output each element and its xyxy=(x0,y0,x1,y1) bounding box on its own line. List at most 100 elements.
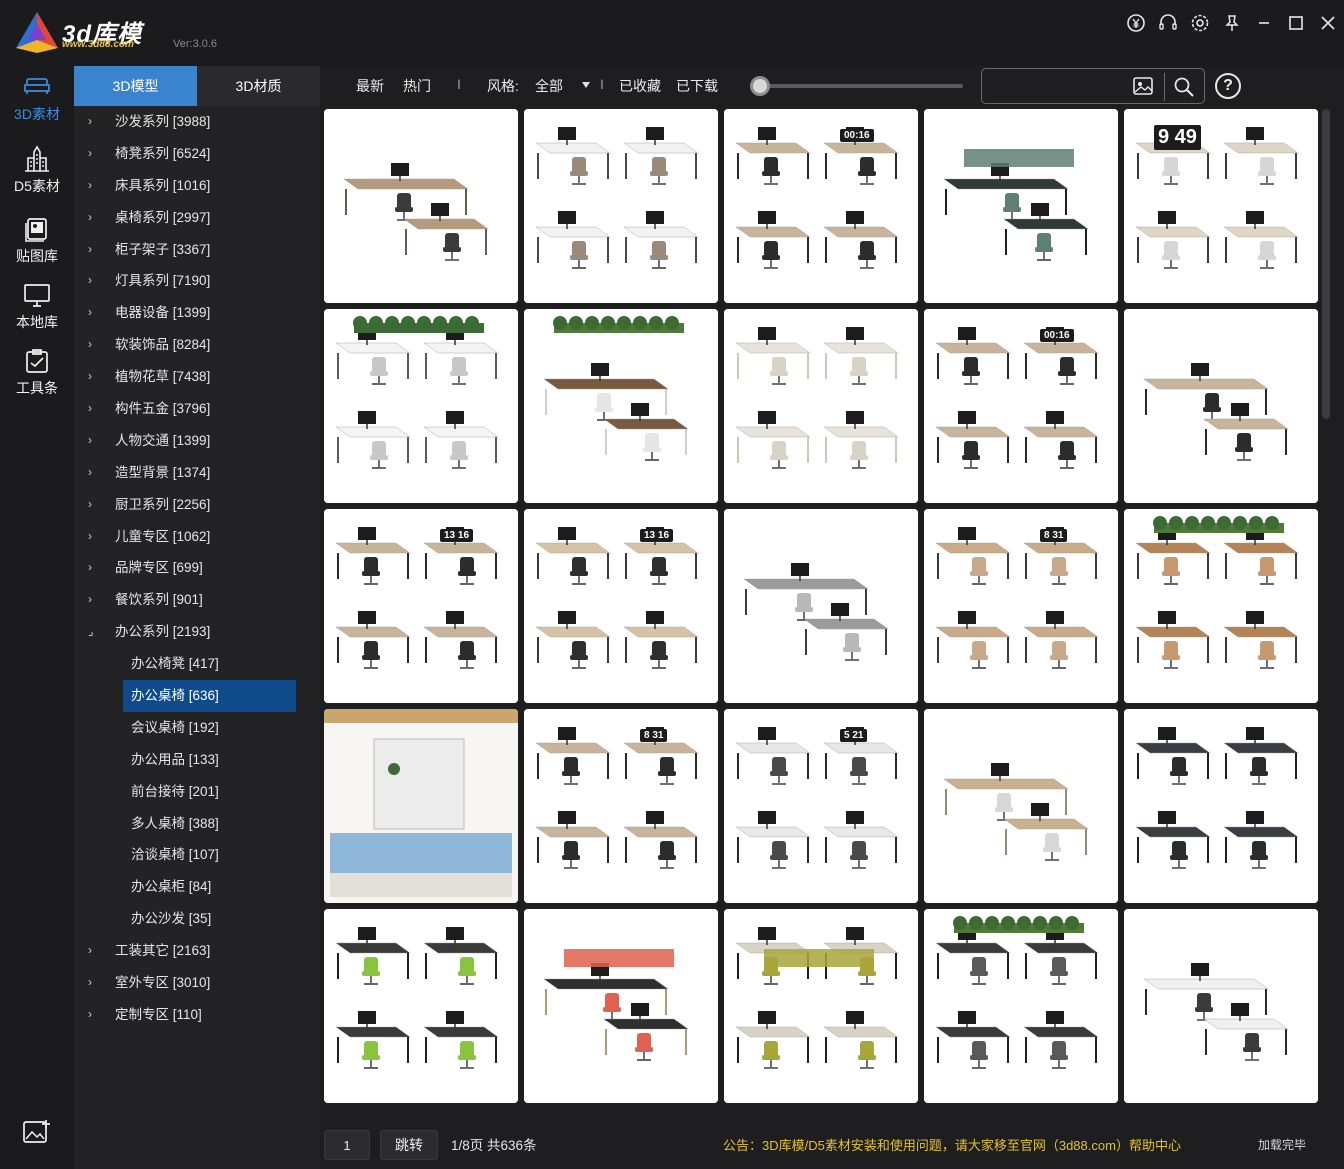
thumbnail-size-slider[interactable] xyxy=(760,84,963,88)
search-icon[interactable] xyxy=(1172,75,1196,99)
tree-subcategory[interactable]: 办公沙发 [35] xyxy=(74,903,320,935)
rail-item-d5[interactable]: D5素材 xyxy=(0,140,74,206)
chevron-right-icon[interactable]: › xyxy=(88,967,100,999)
help-button[interactable]: ? xyxy=(1215,73,1241,99)
tree-category[interactable]: › 柜子架子 [3367] xyxy=(74,234,320,266)
maximize-icon[interactable] xyxy=(1280,9,1312,37)
tree-category[interactable]: › 厨卫系列 [2256] xyxy=(74,489,320,521)
model-thumbnail[interactable]: 8 31 xyxy=(524,709,718,903)
downloaded-filter[interactable]: 已下载 xyxy=(676,76,718,96)
rail-item-3d[interactable]: 3D素材 xyxy=(0,68,74,134)
model-thumbnail[interactable] xyxy=(924,709,1118,903)
model-thumbnail[interactable] xyxy=(724,309,918,503)
model-thumbnail[interactable]: 00:16 xyxy=(724,109,918,303)
tree-subcategory[interactable]: 办公桌柜 [84] xyxy=(74,871,320,903)
tab-3d-material[interactable]: 3D材质 xyxy=(197,66,320,106)
currency-icon[interactable] xyxy=(1120,9,1152,37)
search-input[interactable] xyxy=(988,73,1128,99)
model-thumbnail[interactable] xyxy=(524,309,718,503)
model-thumbnail[interactable] xyxy=(324,909,518,1103)
chevron-right-icon[interactable]: › xyxy=(88,935,100,967)
tree-category[interactable]: › 灯具系列 [7190] xyxy=(74,265,320,297)
page-number-input[interactable] xyxy=(324,1130,370,1160)
model-thumbnail[interactable] xyxy=(324,309,518,503)
tree-category[interactable]: › 植物花草 [7438] xyxy=(74,361,320,393)
chevron-right-icon[interactable]: › xyxy=(88,584,100,616)
model-thumbnail[interactable] xyxy=(524,909,718,1103)
tree-category[interactable]: › 造型背景 [1374] xyxy=(74,457,320,489)
model-thumbnail[interactable] xyxy=(524,109,718,303)
settings-icon[interactable] xyxy=(1184,9,1216,37)
minimize-icon[interactable] xyxy=(1248,9,1280,37)
headset-icon[interactable] xyxy=(1152,9,1184,37)
chevron-right-icon[interactable]: › xyxy=(88,999,100,1031)
chevron-right-icon[interactable]: › xyxy=(88,329,100,361)
slider-knob[interactable] xyxy=(750,76,770,96)
chevron-right-icon[interactable]: › xyxy=(88,106,100,138)
close-icon[interactable] xyxy=(1312,9,1344,37)
model-thumbnail[interactable] xyxy=(724,509,918,703)
tree-subcategory[interactable]: 洽谈桌椅 [107] xyxy=(74,839,320,871)
tree-category[interactable]: › 椅凳系列 [6524] xyxy=(74,138,320,170)
rail-item-local[interactable]: 本地库 xyxy=(0,276,74,342)
chevron-right-icon[interactable]: › xyxy=(88,457,100,489)
model-thumbnail[interactable] xyxy=(324,109,518,303)
chevron-right-icon[interactable]: › xyxy=(88,297,100,329)
tab-3d-model[interactable]: 3D模型 xyxy=(74,66,197,106)
tree-category[interactable]: › 工装其它 [2163] xyxy=(74,935,320,967)
tree-subcategory[interactable]: 会议桌椅 [192] xyxy=(74,712,320,744)
model-thumbnail[interactable] xyxy=(724,909,918,1103)
chevron-right-icon[interactable]: › xyxy=(88,425,100,457)
chevron-right-icon[interactable]: › xyxy=(88,138,100,170)
jump-button[interactable]: 跳转 xyxy=(380,1130,438,1160)
chevron-expanded-icon[interactable]: ⌟ xyxy=(88,616,100,648)
chevron-right-icon[interactable]: › xyxy=(88,489,100,521)
rail-item-texture[interactable]: 贴图库 xyxy=(0,210,74,276)
rail-item-tools[interactable]: 工具条 xyxy=(0,342,74,408)
tree-subcategory[interactable]: 前台接待 [201] xyxy=(74,776,320,808)
chevron-right-icon[interactable]: › xyxy=(88,265,100,297)
model-thumbnail[interactable] xyxy=(1124,709,1318,903)
pin-icon[interactable] xyxy=(1216,9,1248,37)
tree-category[interactable]: › 品牌专区 [699] xyxy=(74,552,320,584)
tree-category[interactable]: › 人物交通 [1399] xyxy=(74,425,320,457)
image-search-icon[interactable] xyxy=(1132,76,1154,96)
favorited-filter[interactable]: 已收藏 xyxy=(619,76,661,96)
tree-subcategory[interactable]: 办公椅凳 [417] xyxy=(74,648,320,680)
model-thumbnail[interactable]: 00:16 xyxy=(924,309,1118,503)
tree-category[interactable]: › 构件五金 [3796] xyxy=(74,393,320,425)
tree-category[interactable]: › 室外专区 [3010] xyxy=(74,967,320,999)
model-thumbnail[interactable] xyxy=(924,109,1118,303)
chevron-right-icon[interactable]: › xyxy=(88,552,100,584)
sort-hot[interactable]: 热门 xyxy=(403,76,431,96)
model-thumbnail[interactable]: 8 31 xyxy=(924,509,1118,703)
tree-category[interactable]: › 定制专区 [110] xyxy=(74,999,320,1031)
sort-latest[interactable]: 最新 xyxy=(356,76,384,96)
chevron-right-icon[interactable]: › xyxy=(88,521,100,553)
chevron-down-icon[interactable] xyxy=(582,82,590,88)
model-thumbnail[interactable] xyxy=(1124,909,1318,1103)
model-thumbnail[interactable]: 13 16 xyxy=(324,509,518,703)
chevron-right-icon[interactable]: › xyxy=(88,234,100,266)
tree-category[interactable]: › 床具系列 [1016] xyxy=(74,170,320,202)
chevron-right-icon[interactable]: › xyxy=(88,202,100,234)
chevron-right-icon[interactable]: › xyxy=(88,361,100,393)
model-thumbnail[interactable] xyxy=(924,909,1118,1103)
model-thumbnail[interactable] xyxy=(324,709,518,903)
tree-category[interactable]: › 沙发系列 [3988] xyxy=(74,106,320,138)
tree-category[interactable]: › 电器设备 [1399] xyxy=(74,297,320,329)
model-thumbnail[interactable] xyxy=(1124,509,1318,703)
tree-category[interactable]: › 儿童专区 [1062] xyxy=(74,521,320,553)
tree-subcategory[interactable]: 办公用品 [133] xyxy=(74,744,320,776)
tree-category[interactable]: ⌟ 办公系列 [2193] xyxy=(74,616,320,648)
tree-category[interactable]: › 桌椅系列 [2997] xyxy=(74,202,320,234)
style-select[interactable]: 全部 xyxy=(535,76,563,96)
model-thumbnail[interactable]: 13 16 xyxy=(524,509,718,703)
add-image-icon[interactable] xyxy=(22,1118,52,1146)
tree-subcategory[interactable]: 多人桌椅 [388] xyxy=(74,808,320,840)
tree-category[interactable]: › 餐饮系列 [901] xyxy=(74,584,320,616)
model-thumbnail[interactable]: 5 21 xyxy=(724,709,918,903)
tree-subcategory[interactable]: 办公桌椅 [636] xyxy=(123,680,296,712)
grid-scrollbar[interactable] xyxy=(1322,109,1330,419)
chevron-right-icon[interactable]: › xyxy=(88,393,100,425)
